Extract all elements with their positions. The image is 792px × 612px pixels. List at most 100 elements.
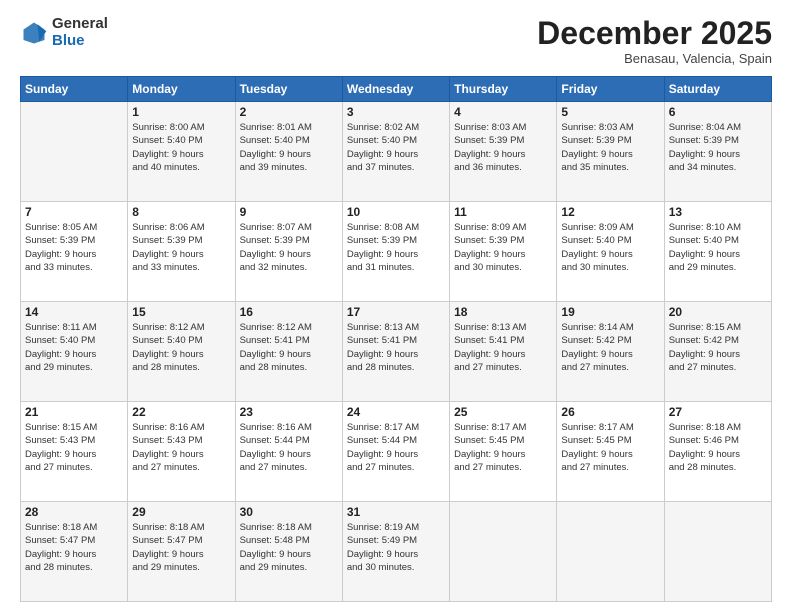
calendar-header-row: Sunday Monday Tuesday Wednesday Thursday… bbox=[21, 77, 772, 102]
day-info: Sunrise: 8:09 AM Sunset: 5:39 PM Dayligh… bbox=[454, 221, 552, 274]
day-info: Sunrise: 8:08 AM Sunset: 5:39 PM Dayligh… bbox=[347, 221, 445, 274]
day-number: 13 bbox=[669, 205, 767, 219]
calendar-cell: 8 Sunrise: 8:06 AM Sunset: 5:39 PM Daylig… bbox=[128, 202, 235, 302]
day-info: Sunrise: 8:10 AM Sunset: 5:40 PM Dayligh… bbox=[669, 221, 767, 274]
day-number: 17 bbox=[347, 305, 445, 319]
calendar-cell: 25 Sunrise: 8:17 AM Sunset: 5:45 PM Dayli… bbox=[450, 402, 557, 502]
day-number: 4 bbox=[454, 105, 552, 119]
calendar-cell: 18 Sunrise: 8:13 AM Sunset: 5:41 PM Dayli… bbox=[450, 302, 557, 402]
calendar-cell: 19 Sunrise: 8:14 AM Sunset: 5:42 PM Dayli… bbox=[557, 302, 664, 402]
day-number: 18 bbox=[454, 305, 552, 319]
calendar-cell: 6 Sunrise: 8:04 AM Sunset: 5:39 PM Daylig… bbox=[664, 102, 771, 202]
day-number: 16 bbox=[240, 305, 338, 319]
day-number: 22 bbox=[132, 405, 230, 419]
logo-blue: Blue bbox=[52, 32, 85, 49]
day-info: Sunrise: 8:16 AM Sunset: 5:43 PM Dayligh… bbox=[132, 421, 230, 474]
day-number: 1 bbox=[132, 105, 230, 119]
month-title: December 2025 bbox=[537, 16, 772, 51]
calendar-cell: 20 Sunrise: 8:15 AM Sunset: 5:42 PM Dayli… bbox=[664, 302, 771, 402]
calendar-week-3: 14Sunrise: 8:11 AM Sunset: 5:40 PM Dayli… bbox=[21, 302, 772, 402]
calendar-cell: 3 Sunrise: 8:02 AM Sunset: 5:40 PM Daylig… bbox=[342, 102, 449, 202]
day-number: 9 bbox=[240, 205, 338, 219]
calendar-cell: 31 Sunrise: 8:19 AM Sunset: 5:49 PM Dayli… bbox=[342, 502, 449, 602]
calendar-week-5: 28 Sunrise: 8:18 AM Sunset: 5:47 PM Dayli… bbox=[21, 502, 772, 602]
day-info: Sunrise: 8:14 AM Sunset: 5:42 PM Dayligh… bbox=[561, 321, 659, 374]
calendar-cell: 26Sunrise: 8:17 AM Sunset: 5:45 PM Dayli… bbox=[557, 402, 664, 502]
day-number: 6 bbox=[669, 105, 767, 119]
calendar-cell: 24Sunrise: 8:17 AM Sunset: 5:44 PM Dayli… bbox=[342, 402, 449, 502]
day-info: Sunrise: 8:13 AM Sunset: 5:41 PM Dayligh… bbox=[454, 321, 552, 374]
col-sunday: Sunday bbox=[21, 77, 128, 102]
calendar-week-4: 21Sunrise: 8:15 AM Sunset: 5:43 PM Dayli… bbox=[21, 402, 772, 502]
day-number: 29 bbox=[132, 505, 230, 519]
day-number: 21 bbox=[25, 405, 123, 419]
day-number: 23 bbox=[240, 405, 338, 419]
calendar-cell bbox=[21, 102, 128, 202]
day-info: Sunrise: 8:04 AM Sunset: 5:39 PM Dayligh… bbox=[669, 121, 767, 174]
day-number: 30 bbox=[240, 505, 338, 519]
col-wednesday: Wednesday bbox=[342, 77, 449, 102]
day-number: 2 bbox=[240, 105, 338, 119]
col-tuesday: Tuesday bbox=[235, 77, 342, 102]
day-info: Sunrise: 8:11 AM Sunset: 5:40 PM Dayligh… bbox=[25, 321, 123, 374]
day-info: Sunrise: 8:06 AM Sunset: 5:39 PM Dayligh… bbox=[132, 221, 230, 274]
day-number: 31 bbox=[347, 505, 445, 519]
day-number: 15 bbox=[132, 305, 230, 319]
calendar-week-1: 1 Sunrise: 8:00 AM Sunset: 5:40 PM Daylig… bbox=[21, 102, 772, 202]
day-info: Sunrise: 8:07 AM Sunset: 5:39 PM Dayligh… bbox=[240, 221, 338, 274]
calendar-cell: 11Sunrise: 8:09 AM Sunset: 5:39 PM Dayli… bbox=[450, 202, 557, 302]
col-monday: Monday bbox=[128, 77, 235, 102]
day-info: Sunrise: 8:03 AM Sunset: 5:39 PM Dayligh… bbox=[454, 121, 552, 174]
calendar-cell: 9 Sunrise: 8:07 AM Sunset: 5:39 PM Daylig… bbox=[235, 202, 342, 302]
col-saturday: Saturday bbox=[664, 77, 771, 102]
logo-icon bbox=[20, 19, 48, 47]
col-thursday: Thursday bbox=[450, 77, 557, 102]
logo-text: General Blue bbox=[52, 16, 108, 49]
calendar-cell: 5 Sunrise: 8:03 AM Sunset: 5:39 PM Daylig… bbox=[557, 102, 664, 202]
title-block: December 2025 Benasau, Valencia, Spain bbox=[537, 16, 772, 66]
calendar-cell: 1 Sunrise: 8:00 AM Sunset: 5:40 PM Daylig… bbox=[128, 102, 235, 202]
calendar: Sunday Monday Tuesday Wednesday Thursday… bbox=[20, 76, 772, 602]
day-info: Sunrise: 8:05 AM Sunset: 5:39 PM Dayligh… bbox=[25, 221, 123, 274]
calendar-cell: 30 Sunrise: 8:18 AM Sunset: 5:48 PM Dayli… bbox=[235, 502, 342, 602]
day-number: 28 bbox=[25, 505, 123, 519]
calendar-cell: 12Sunrise: 8:09 AM Sunset: 5:40 PM Dayli… bbox=[557, 202, 664, 302]
day-number: 20 bbox=[669, 305, 767, 319]
calendar-cell: 28Sunrise: 8:18 AM Sunset: 5:47 PM Dayli… bbox=[21, 502, 128, 602]
calendar-cell: 29 Sunrise: 8:18 AM Sunset: 5:47 PM Dayli… bbox=[128, 502, 235, 602]
calendar-cell: 13 Sunrise: 8:10 AM Sunset: 5:40 PM Dayli… bbox=[664, 202, 771, 302]
calendar-cell: 7 Sunrise: 8:05 AM Sunset: 5:39 PM Daylig… bbox=[21, 202, 128, 302]
day-info: Sunrise: 8:17 AM Sunset: 5:45 PM Dayligh… bbox=[454, 421, 552, 474]
calendar-cell: 17Sunrise: 8:13 AM Sunset: 5:41 PM Dayli… bbox=[342, 302, 449, 402]
day-number: 5 bbox=[561, 105, 659, 119]
day-number: 26 bbox=[561, 405, 659, 419]
day-info: Sunrise: 8:03 AM Sunset: 5:39 PM Dayligh… bbox=[561, 121, 659, 174]
logo: General Blue bbox=[20, 16, 108, 49]
day-info: Sunrise: 8:16 AM Sunset: 5:44 PM Dayligh… bbox=[240, 421, 338, 474]
calendar-cell: 4 Sunrise: 8:03 AM Sunset: 5:39 PM Daylig… bbox=[450, 102, 557, 202]
header: General Blue December 2025 Benasau, Vale… bbox=[20, 16, 772, 66]
day-info: Sunrise: 8:18 AM Sunset: 5:48 PM Dayligh… bbox=[240, 521, 338, 574]
calendar-cell: 2 Sunrise: 8:01 AM Sunset: 5:40 PM Daylig… bbox=[235, 102, 342, 202]
day-info: Sunrise: 8:02 AM Sunset: 5:40 PM Dayligh… bbox=[347, 121, 445, 174]
day-number: 25 bbox=[454, 405, 552, 419]
day-number: 12 bbox=[561, 205, 659, 219]
col-friday: Friday bbox=[557, 77, 664, 102]
day-info: Sunrise: 8:01 AM Sunset: 5:40 PM Dayligh… bbox=[240, 121, 338, 174]
calendar-cell: 23 Sunrise: 8:16 AM Sunset: 5:44 PM Dayli… bbox=[235, 402, 342, 502]
day-info: Sunrise: 8:19 AM Sunset: 5:49 PM Dayligh… bbox=[347, 521, 445, 574]
day-number: 8 bbox=[132, 205, 230, 219]
day-number: 7 bbox=[25, 205, 123, 219]
calendar-cell: 16Sunrise: 8:12 AM Sunset: 5:41 PM Dayli… bbox=[235, 302, 342, 402]
calendar-cell bbox=[450, 502, 557, 602]
calendar-cell: 21Sunrise: 8:15 AM Sunset: 5:43 PM Dayli… bbox=[21, 402, 128, 502]
day-number: 3 bbox=[347, 105, 445, 119]
day-number: 27 bbox=[669, 405, 767, 419]
day-number: 10 bbox=[347, 205, 445, 219]
day-info: Sunrise: 8:15 AM Sunset: 5:42 PM Dayligh… bbox=[669, 321, 767, 374]
day-info: Sunrise: 8:00 AM Sunset: 5:40 PM Dayligh… bbox=[132, 121, 230, 174]
day-number: 19 bbox=[561, 305, 659, 319]
calendar-week-2: 7 Sunrise: 8:05 AM Sunset: 5:39 PM Daylig… bbox=[21, 202, 772, 302]
day-info: Sunrise: 8:18 AM Sunset: 5:47 PM Dayligh… bbox=[132, 521, 230, 574]
day-info: Sunrise: 8:18 AM Sunset: 5:46 PM Dayligh… bbox=[669, 421, 767, 474]
